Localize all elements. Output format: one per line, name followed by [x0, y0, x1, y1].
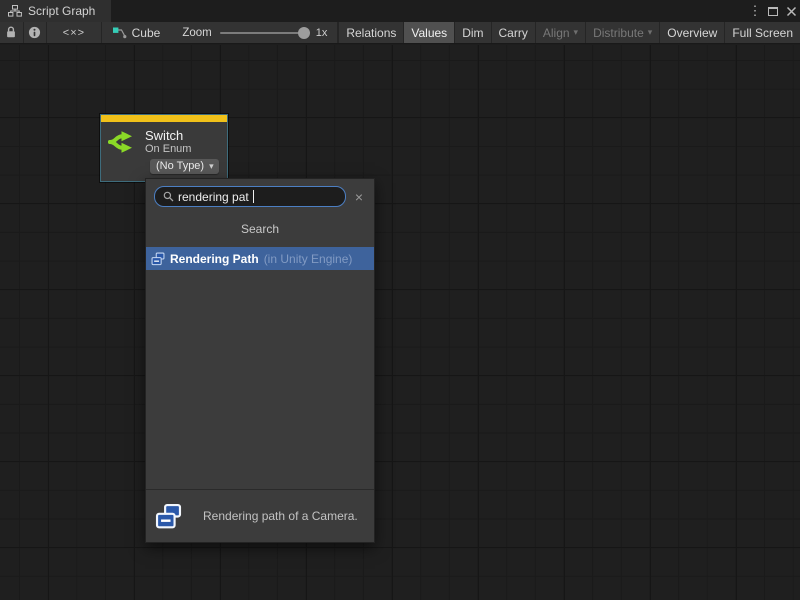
relations-button[interactable]: Relations	[339, 22, 404, 43]
popup-close-button[interactable]: ×	[350, 189, 368, 205]
script-graph-icon	[8, 5, 22, 17]
enum-type-dropdown[interactable]: (No Type) ▾	[150, 159, 219, 174]
search-section-header: Search	[146, 212, 374, 247]
switch-icon	[108, 128, 138, 156]
switch-node-header	[101, 115, 227, 122]
switch-node-body: Switch On Enum (No Type) ▾	[101, 122, 227, 181]
tab-bar: Script Graph ⋮	[0, 0, 800, 22]
tab-title: Script Graph	[28, 4, 95, 18]
align-label: Align	[543, 26, 570, 40]
zoom-value: 1x	[316, 27, 328, 39]
switch-node[interactable]: Switch On Enum (No Type) ▾	[100, 114, 228, 182]
zoom-control: Zoom 1x	[172, 22, 338, 43]
fuzzy-finder-popup: rendering pat × Search Rendering Path (i…	[145, 178, 375, 543]
graph-toolbar: <×> Cube Zoom 1x Relations Values Dim Ca…	[0, 22, 800, 44]
chevron-down-icon: ▾	[648, 27, 653, 38]
close-icon	[786, 6, 797, 17]
inspect-button[interactable]	[24, 22, 48, 43]
search-input-text: rendering pat	[178, 190, 249, 204]
search-result-rendering-path[interactable]: Rendering Path (in Unity Engine)	[146, 247, 374, 270]
distribute-dropdown[interactable]: Distribute ▾	[586, 22, 660, 43]
zoom-label: Zoom	[182, 27, 211, 39]
overview-button[interactable]: Overview	[660, 22, 725, 43]
script-graph-window: Script Graph ⋮	[0, 0, 800, 600]
enum-icon	[151, 252, 165, 266]
popup-footer: Rendering path of a Camera.	[146, 489, 374, 542]
search-input[interactable]: rendering pat	[154, 186, 346, 207]
align-dropdown[interactable]: Align ▾	[536, 22, 586, 43]
value-connections-toggle[interactable]: <×>	[47, 22, 101, 43]
tab-script-graph[interactable]: Script Graph	[0, 0, 111, 22]
zoom-slider[interactable]	[220, 32, 308, 34]
full-screen-button[interactable]: Full Screen	[725, 22, 800, 43]
toolbar-right-group: Relations Values Dim Carry Align ▾ Distr…	[338, 22, 800, 43]
node-title: Switch	[145, 128, 191, 143]
tab-bar-spacer	[111, 0, 746, 22]
lock-button[interactable]	[0, 22, 24, 43]
result-list-empty-area	[146, 270, 374, 489]
graph-target-label: Cube	[132, 26, 161, 40]
zoom-slider-handle[interactable]	[298, 27, 310, 39]
result-context: (in Unity Engine)	[264, 252, 353, 266]
node-subtitle: On Enum	[145, 143, 191, 156]
chevron-down-icon: ▾	[574, 27, 579, 38]
text-caret	[253, 190, 254, 203]
close-button[interactable]	[782, 0, 800, 22]
lock-icon	[5, 26, 17, 39]
result-name: Rendering Path	[170, 252, 259, 266]
maximize-icon	[768, 7, 778, 16]
dim-button[interactable]: Dim	[455, 22, 491, 43]
search-icon	[163, 191, 174, 202]
carry-button[interactable]: Carry	[492, 22, 536, 43]
distribute-label: Distribute	[593, 26, 644, 40]
values-button[interactable]: Values	[404, 22, 455, 43]
search-row: rendering pat ×	[146, 179, 374, 212]
enum-type-value: (No Type)	[156, 160, 204, 172]
enum-icon-large	[155, 503, 182, 530]
window-menu-button[interactable]: ⋮	[746, 0, 764, 22]
graph-canvas[interactable]: Switch On Enum (No Type) ▾	[0, 45, 800, 600]
graph-asset-icon	[112, 26, 127, 40]
maximize-button[interactable]	[764, 0, 782, 22]
footer-description: Rendering path of a Camera.	[203, 509, 358, 523]
graph-target[interactable]: Cube	[102, 22, 173, 43]
chevron-down-icon: ▾	[209, 161, 214, 172]
info-icon	[28, 26, 41, 39]
